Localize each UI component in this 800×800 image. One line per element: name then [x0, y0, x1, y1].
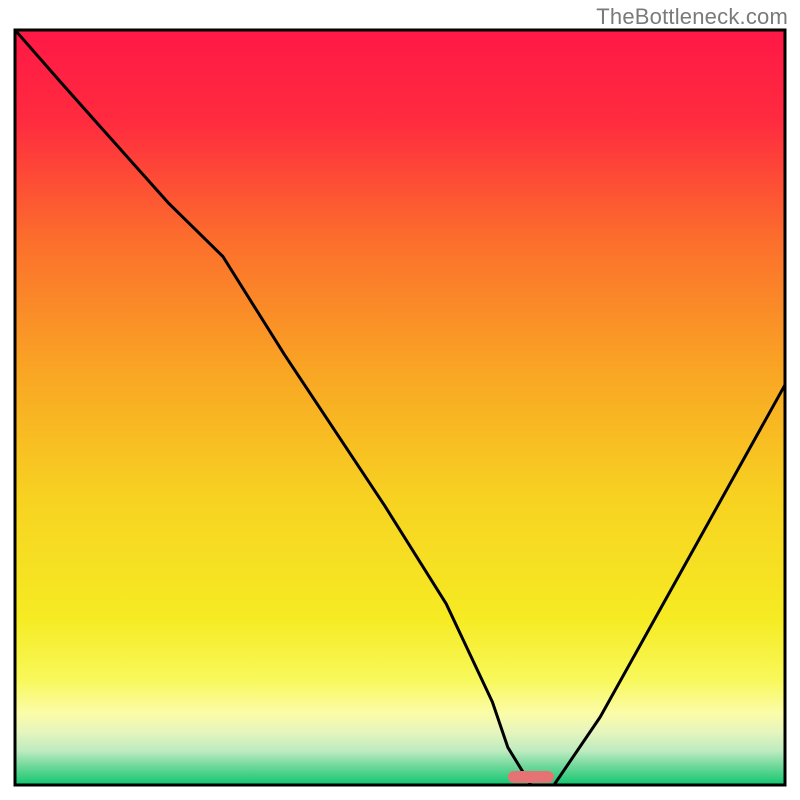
watermark-text: TheBottleneck.com	[596, 4, 788, 30]
optimum-marker	[508, 771, 554, 783]
chart-frame: TheBottleneck.com	[0, 0, 800, 800]
plot-area	[15, 30, 785, 785]
background-gradient	[15, 30, 785, 785]
